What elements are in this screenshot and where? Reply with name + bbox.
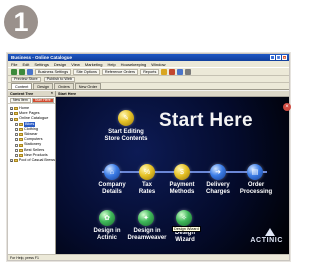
folder-icon (19, 143, 23, 147)
design-dreamweaver-label[interactable]: Design in Dreamweaver (124, 228, 170, 241)
tree-item[interactable]: + Pool of Casual Brews (10, 158, 55, 163)
folder-icon (19, 133, 23, 137)
menu-edit[interactable]: Edit (22, 62, 29, 67)
folder-icon (19, 138, 23, 142)
secondary-toolbar: Preview Store Publish to Web (8, 76, 289, 83)
reference-orders-button[interactable]: Reference Orders (101, 68, 139, 75)
folder-icon (19, 122, 23, 126)
tab-content[interactable]: Content (11, 83, 33, 89)
payment-methods-icon[interactable]: $ (174, 164, 190, 180)
refresh-icon[interactable] (27, 68, 33, 75)
expand-icon[interactable] (15, 138, 18, 142)
menu-settings[interactable]: Settings (34, 62, 48, 67)
folder-icon (14, 117, 18, 121)
expand-icon[interactable]: + (10, 112, 13, 116)
menu-marketing[interactable]: Marketing (85, 62, 103, 67)
expand-icon[interactable] (15, 153, 18, 157)
new-item-button[interactable]: New Item (10, 97, 31, 103)
tool-icon[interactable] (161, 68, 168, 75)
expand-icon[interactable]: + (10, 159, 13, 163)
window-title: Business - Online Catalogue (11, 55, 73, 60)
expand-icon[interactable]: + (10, 117, 13, 121)
tax-rates-icon[interactable]: % (139, 164, 155, 180)
folder-icon (19, 153, 23, 157)
design-actinic-icon[interactable]: ✿ (99, 210, 115, 226)
tab-orders[interactable]: Orders (54, 83, 74, 89)
delivery-charges-icon[interactable]: ➜ (210, 164, 226, 180)
design-wizard-icon[interactable]: ✧ (176, 210, 192, 226)
tree-item-label: Pool of Casual Brews (18, 158, 55, 163)
folder-icon (14, 159, 18, 163)
menu-help[interactable]: Help (107, 62, 115, 67)
company-details-icon[interactable]: ⌂ (104, 164, 120, 180)
view-tabs: Content Design Orders New Order (8, 83, 289, 90)
expand-icon[interactable] (15, 148, 18, 152)
menu-file[interactable]: File (11, 62, 17, 67)
close-start-here-icon[interactable]: × (283, 103, 291, 111)
expand-icon[interactable] (15, 122, 18, 126)
content-tree-pane: Content Tree × New Item Start Here + Home… (8, 91, 56, 254)
start-here-heading: Start Here (159, 110, 253, 131)
maximize-button[interactable]: □ (276, 55, 281, 60)
back-icon[interactable] (11, 68, 17, 75)
site-options-button[interactable]: Site Options (73, 68, 100, 75)
business-settings-button[interactable]: Business Settings (35, 68, 72, 75)
content-tree: + Home + More Pages + Online Catalogue Bikes Cl… (8, 104, 55, 163)
design-actinic-label[interactable]: Design in Actinic (85, 228, 129, 241)
delivery-charges-label[interactable]: Delivery Charges (198, 182, 238, 195)
actinic-logo-icon (265, 228, 275, 236)
content-tree-title: Content Tree (10, 91, 34, 96)
actinic-brand: ACTINIC (250, 237, 283, 244)
main-toolbar: Business Settings Site Options Reference… (8, 67, 289, 76)
minimize-button[interactable]: _ (270, 55, 275, 60)
company-details-label[interactable]: Company Details (92, 182, 132, 195)
design-dreamweaver-icon[interactable]: ✦ (138, 210, 154, 226)
folder-icon (14, 107, 18, 111)
order-processing-icon[interactable]: ▤ (247, 164, 263, 180)
content-tree-header: Content Tree × (8, 91, 55, 97)
folder-icon (19, 148, 23, 152)
reports-button[interactable]: Reports (140, 68, 160, 75)
tab-new-order[interactable]: New Order (74, 83, 102, 89)
close-button[interactable]: × (282, 55, 287, 60)
expand-icon[interactable]: + (10, 107, 13, 111)
publish-to-web-button[interactable]: Publish to Web (43, 76, 76, 82)
expand-icon[interactable] (15, 133, 18, 137)
title-bar: Business - Online Catalogue _ □ × (8, 54, 289, 61)
tab-design[interactable]: Design (33, 83, 54, 89)
tax-rates-label[interactable]: Tax Rates (127, 182, 167, 195)
tree-buttons: New Item Start Here (8, 97, 55, 104)
start-editing-label[interactable]: Start Editing Store Contents (88, 129, 164, 142)
expand-icon[interactable] (15, 127, 18, 131)
menu-view[interactable]: View (71, 62, 80, 67)
globe-icon[interactable] (177, 68, 184, 75)
payment-methods-label[interactable]: Payment Methods (162, 182, 202, 195)
menu-design[interactable]: Design (54, 62, 66, 67)
close-pane-icon[interactable]: × (51, 91, 53, 95)
menu-housekeeping[interactable]: Housekeeping (121, 62, 147, 67)
menu-window[interactable]: Window (151, 62, 165, 67)
expand-icon[interactable] (15, 143, 18, 147)
stop-icon[interactable] (169, 68, 176, 75)
status-bar: For Help, press F1 (8, 254, 289, 260)
start-editing-icon[interactable]: ✎ (118, 110, 134, 126)
step-number-badge: 1 (4, 5, 38, 39)
start-here-button[interactable]: Start Here (31, 97, 54, 103)
folder-icon (19, 127, 23, 131)
folder-icon (14, 112, 18, 116)
print-icon[interactable] (185, 68, 192, 75)
forward-icon[interactable] (19, 68, 25, 75)
order-processing-label[interactable]: Order Processing (235, 182, 277, 195)
design-wizard-tooltip: Design Wizard (172, 226, 201, 232)
preview-store-button[interactable]: Preview Store (11, 76, 41, 82)
